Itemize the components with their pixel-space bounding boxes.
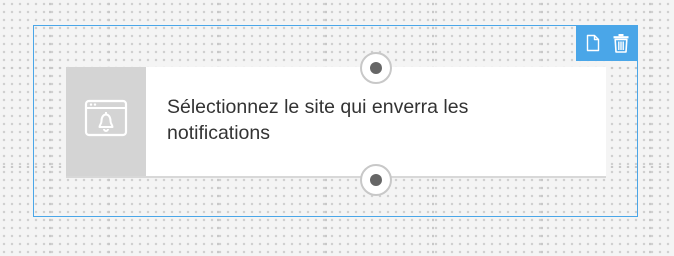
grid-guide-line — [649, 0, 651, 256]
connector-dot — [370, 174, 382, 186]
flow-node-card[interactable]: Sélectionnez le site qui enverra les not… — [66, 67, 606, 178]
node-label: Sélectionnez le site qui enverra les not… — [167, 96, 469, 144]
browser-bell-icon — [84, 99, 128, 144]
trash-icon[interactable] — [612, 32, 630, 54]
output-connector[interactable] — [360, 164, 392, 196]
input-connector[interactable] — [360, 52, 392, 84]
node-toolbar — [576, 25, 638, 61]
document-icon[interactable] — [584, 32, 602, 54]
node-icon-box — [66, 67, 146, 176]
connector-dot — [370, 62, 382, 74]
